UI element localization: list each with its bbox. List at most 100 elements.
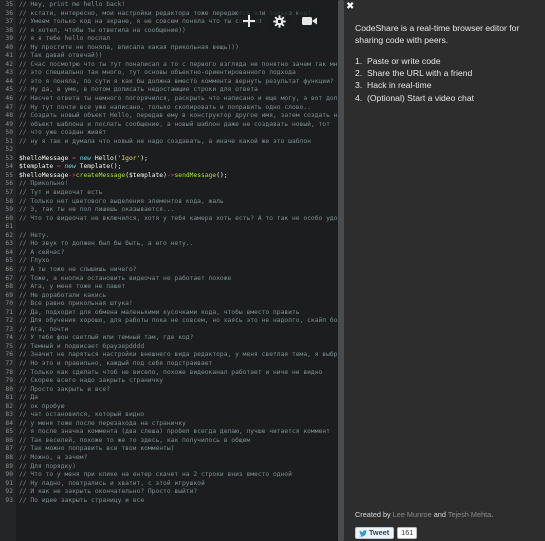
code-line[interactable]: 35// Hey, print me hello back!: [0, 1, 344, 10]
code-text[interactable]: [16, 223, 19, 232]
code-line[interactable]: 91// Ну ладно, повтрались и хватит, с эт…: [0, 480, 344, 489]
code-text[interactable]: // Ага, у меня тоже не пашет: [16, 283, 125, 292]
code-text[interactable]: // что уже создан живёт: [16, 129, 106, 138]
code-line[interactable]: 58// Только нет цветового выделения элем…: [0, 198, 344, 207]
code-text[interactable]: // Глухо: [16, 257, 49, 266]
code-text[interactable]: // Так можно поправить все твои комменты…: [16, 445, 174, 454]
code-text[interactable]: // Но звук то должен был бы быть, а его …: [16, 240, 193, 249]
code-text[interactable]: // Прикольно!: [16, 180, 68, 189]
code-text[interactable]: // Что то видеочат не включился, хотя у …: [16, 215, 344, 224]
code-text[interactable]: // Только как сделать чтоб не висело, по…: [16, 369, 322, 378]
code-line[interactable]: 76// Значит не паряться настройки внешне…: [0, 351, 344, 360]
code-text[interactable]: // Все равно прикольная штука!: [16, 300, 133, 309]
code-line[interactable]: 52: [0, 146, 344, 155]
code-line[interactable]: 49// объект шаблона и послать сообщение,…: [0, 121, 344, 130]
code-lines[interactable]: 35// Hey, print me hello back! 36// кстат…: [0, 1, 344, 505]
code-text[interactable]: $helloMessage->createMessage($template)-…: [16, 172, 228, 181]
code-line[interactable]: 56// Прикольно!: [0, 180, 344, 189]
code-text[interactable]: // Э, так ты не пол пишешь оказывается..…: [16, 206, 174, 215]
video-camera-icon[interactable]: [298, 10, 320, 32]
author-link-1[interactable]: Lee Munroe: [393, 510, 432, 519]
code-line[interactable]: 45// Ну да, в уме, в потом дописать недо…: [0, 86, 344, 95]
code-text[interactable]: // У тебя фон светлый или темный там, гд…: [16, 334, 193, 343]
code-line[interactable]: 77// Но это и правильно, каждый под себя…: [0, 360, 344, 369]
code-text[interactable]: // По идее закрыть страницу и все: [16, 497, 144, 506]
code-text[interactable]: // Тут и видеочат есть: [16, 189, 102, 198]
code-text[interactable]: // Счас посмотрю что ты тут понаписал а …: [16, 61, 344, 70]
code-line[interactable]: 48// Создать новый объект Hello, передав…: [0, 112, 344, 121]
code-text[interactable]: // Что то у меня при клике на ентер скач…: [16, 471, 292, 480]
author-link-2[interactable]: Tejesh Mehta: [448, 510, 491, 519]
code-text[interactable]: // И как не закрыть окончательно? Просто…: [16, 488, 197, 497]
code-line[interactable]: 42// Счас посмотрю что ты тут понаписал …: [0, 61, 344, 70]
code-text[interactable]: // я после значка коммента (два слеша) п…: [16, 428, 330, 437]
code-line[interactable]: 46// Насчет ответа ты немного погорячилс…: [0, 95, 344, 104]
code-line[interactable]: 71// Да, подходит для обмена маленькими …: [0, 309, 344, 318]
code-text[interactable]: // Так веселей, похоже то же то здесь, к…: [16, 437, 250, 446]
code-text[interactable]: // Для обучения хорошо, для работы пока …: [16, 317, 344, 326]
code-line[interactable]: 84// у меня тоже после перезахода на стр…: [0, 420, 344, 429]
code-line[interactable]: 40// Ну простите не поняла, вписала кака…: [0, 44, 344, 53]
gear-icon[interactable]: [268, 10, 290, 32]
code-line[interactable]: 62// Нету.: [0, 232, 344, 241]
code-line[interactable]: 92// И как не закрыть окончательно? Прос…: [0, 488, 344, 497]
code-text[interactable]: // Ага, почти: [16, 326, 68, 335]
code-line[interactable]: 67// Тоже, а кнопка остановить видеочат …: [0, 275, 344, 284]
code-text[interactable]: // Можно, а зачем?: [16, 454, 87, 463]
code-line[interactable]: 60// Что то видеочат не включился, хотя …: [0, 215, 344, 224]
tweet-button[interactable]: Tweet: [355, 527, 395, 539]
code-text[interactable]: // Так давай отвечай)): [16, 52, 102, 61]
code-text[interactable]: // Для порядку): [16, 463, 76, 472]
code-text[interactable]: $helloMessage = new Hello('Igor');: [16, 155, 148, 164]
code-text[interactable]: // это специально так много, тут основы …: [16, 69, 296, 78]
code-line[interactable]: 43// это специально так много, тут основ…: [0, 69, 344, 78]
code-line[interactable]: 47// Ну тут почти все уже написано, толь…: [0, 104, 344, 113]
code-line[interactable]: 59// Э, так ты не пол пишешь оказывается…: [0, 206, 344, 215]
code-text[interactable]: // Нету.: [16, 232, 49, 241]
code-line[interactable]: 41// Так давай отвечай)): [0, 52, 344, 61]
code-line[interactable]: 87// Так можно поправить все твои коммен…: [0, 445, 344, 454]
plus-icon[interactable]: [238, 10, 260, 32]
code-line[interactable]: 75// Темный и подвисает браузерdddd: [0, 343, 344, 352]
code-text[interactable]: // это я поняла, по сути я как бы должна…: [16, 78, 344, 87]
code-text[interactable]: // Насчет ответа ты немного погорячился,…: [16, 95, 344, 104]
code-line[interactable]: 93// По идее закрыть страницу и все: [0, 497, 344, 506]
code-text[interactable]: // А ты тоже не слышишь ничего?: [16, 266, 137, 275]
code-line[interactable]: 61: [0, 223, 344, 232]
code-text[interactable]: $template = new Template();: [16, 163, 121, 172]
code-text[interactable]: // Не доработали какись: [16, 292, 106, 301]
code-line[interactable]: 86// Так веселей, похоже то же то здесь,…: [0, 437, 344, 446]
code-text[interactable]: // Умеем только код на экране, я не совс…: [16, 18, 262, 27]
code-line[interactable]: 72// Для обучения хорошо, для работы пок…: [0, 317, 344, 326]
code-text[interactable]: // Темный и подвисает браузерdddd: [16, 343, 144, 352]
code-line[interactable]: 85// я после значка коммента (два слеша)…: [0, 428, 344, 437]
code-text[interactable]: // Да, подходит для обмена маленькими ку…: [16, 309, 300, 318]
close-icon[interactable]: ✖: [346, 2, 354, 12]
code-line[interactable]: 74// У тебя фон светлый или темный там, …: [0, 334, 344, 343]
code-text[interactable]: // Hey, print me hello back!: [16, 1, 125, 10]
code-text[interactable]: // Только нет цветового выделения элемен…: [16, 198, 224, 207]
code-text[interactable]: // Просто закрыть и все?: [16, 386, 110, 395]
code-text[interactable]: // А сейчас?: [16, 249, 65, 258]
code-line[interactable]: 88// Можно, а зачем?: [0, 454, 344, 463]
code-text[interactable]: // Ну простите не поняла, вписала какая …: [16, 44, 239, 53]
code-text[interactable]: // ну я так и думала что новый не надо с…: [16, 138, 311, 147]
code-editor[interactable]: 35// Hey, print me hello back! 36// кстат…: [0, 0, 344, 541]
code-line[interactable]: 78// Только как сделать чтоб не висело, …: [0, 369, 344, 378]
code-line[interactable]: 82// ок пробую: [0, 403, 344, 412]
code-text[interactable]: // объект шаблона и послать сообщение, а…: [16, 121, 330, 130]
code-line[interactable]: 53 $helloMessage = new Hello('Igor');: [0, 155, 344, 164]
code-line[interactable]: 44// это я поняла, по сути я как бы долж…: [0, 78, 344, 87]
code-line[interactable]: 90// Что то у меня при клике на ентер ск…: [0, 471, 344, 480]
code-text[interactable]: // Значит не паряться настройки внешнего…: [16, 351, 344, 360]
code-text[interactable]: // ок пробую: [16, 403, 65, 412]
code-line[interactable]: 50// что уже создан живёт: [0, 129, 344, 138]
code-text[interactable]: // чат остановился, который видно: [16, 411, 144, 420]
code-line[interactable]: 69// Не доработали какись: [0, 292, 344, 301]
code-line[interactable]: 63// Но звук то должен был бы быть, а ег…: [0, 240, 344, 249]
code-text[interactable]: // Создать новый объект Hello, передав е…: [16, 112, 344, 121]
code-line[interactable]: 70// Все равно прикольная штука!: [0, 300, 344, 309]
code-text[interactable]: // Но это и правильно, каждый под себя п…: [16, 360, 212, 369]
code-line[interactable]: 73// Ага, почти: [0, 326, 344, 335]
code-text[interactable]: // Тоже, а кнопка остановить видеочат не…: [16, 275, 231, 284]
